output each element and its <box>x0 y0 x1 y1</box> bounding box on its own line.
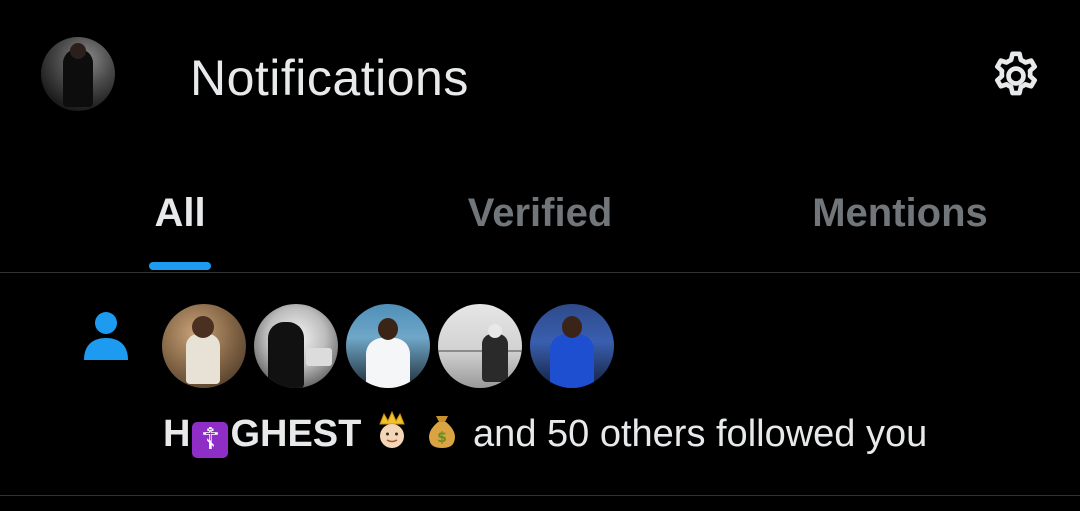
follower-avatar[interactable] <box>438 304 522 388</box>
follower-avatar[interactable] <box>530 304 614 388</box>
tab-bar: All Verified Mentions <box>0 170 1080 272</box>
page-title: Notifications <box>190 50 469 106</box>
notification-item[interactable]: H ☦ GHEST $ and 50 others followed you <box>0 273 1080 495</box>
follower-avatar[interactable] <box>254 304 338 388</box>
follower-avatar[interactable] <box>346 304 430 388</box>
gear-icon <box>995 51 1037 96</box>
cross-emoji: ☦ <box>192 422 229 458</box>
tab-all-label: All <box>154 191 206 235</box>
header: Notifications <box>0 0 1080 150</box>
notification-divider <box>0 495 1080 496</box>
follower-avatars <box>162 304 614 388</box>
active-tab-indicator <box>149 262 211 270</box>
settings-button[interactable] <box>985 45 1047 107</box>
crown-face-emoji <box>372 410 412 450</box>
follower-avatar[interactable] <box>162 304 246 388</box>
person-icon <box>84 312 128 360</box>
tab-verified[interactable]: Verified <box>440 170 640 272</box>
tab-verified-label: Verified <box>467 191 613 235</box>
tab-all[interactable]: All <box>149 170 211 272</box>
tab-mentions[interactable]: Mentions <box>790 170 1010 272</box>
money-bag-emoji: $ <box>422 410 462 450</box>
notification-text: H ☦ GHEST $ and 50 others followed you <box>163 409 927 459</box>
tab-mentions-label: Mentions <box>812 191 988 235</box>
svg-text:$: $ <box>438 430 448 446</box>
follower-name[interactable]: H ☦ GHEST <box>163 413 361 458</box>
avatar-head <box>70 43 86 59</box>
notification-message: and 50 others followed you <box>473 413 928 455</box>
profile-avatar[interactable] <box>41 37 115 111</box>
